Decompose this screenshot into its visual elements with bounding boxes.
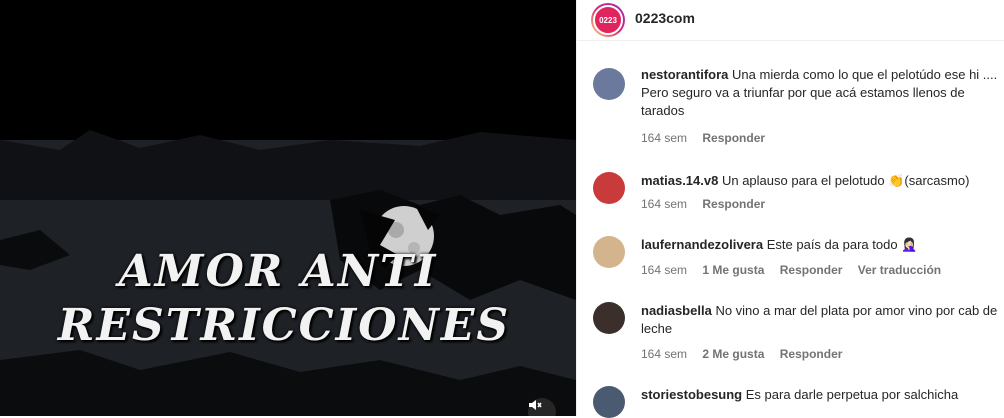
comments-panel: 0223 0223com nestorantifora Una mierda c… [576, 0, 1004, 418]
comment-time: 164 sem [641, 197, 688, 211]
comment-username[interactable]: nestorantifora [641, 67, 728, 82]
comment-time: 164 sem [641, 131, 688, 145]
comment-username[interactable]: nadiasbella [641, 303, 712, 318]
comment-time: 164 sem [641, 347, 688, 361]
avatar[interactable] [593, 236, 625, 268]
comment-username[interactable]: laufernandezolivera [641, 237, 763, 252]
overlay-title-line1: AMOR ANTI [118, 246, 438, 297]
comment-meta: 164 sem Responder [641, 197, 777, 211]
reply-button[interactable]: Responder [702, 197, 765, 211]
comment-username[interactable]: matias.14.v8 [641, 173, 718, 188]
reply-button[interactable]: Responder [780, 347, 843, 361]
avatar[interactable] [593, 172, 625, 204]
avatar[interactable] [593, 302, 625, 334]
account-name[interactable]: 0223com [635, 10, 695, 26]
avatar[interactable] [593, 386, 625, 418]
post-media[interactable]: AMOR ANTI RESTRICCIONES [0, 0, 576, 416]
comment-meta: 164 sem 2 Me gusta Responder [641, 347, 854, 361]
comment-username[interactable]: storiestobesung [641, 387, 742, 402]
reply-button[interactable]: Responder [702, 131, 765, 145]
comment-text: Este país da para todo 🤦🏻‍♀️ [766, 237, 918, 252]
forest-night-scene [0, 0, 576, 416]
overlay-title-line2: RESTRICCIONES [57, 300, 511, 351]
account-logo: 0223 [593, 5, 623, 35]
reply-button[interactable]: Responder [780, 263, 843, 277]
comment-text: Es para darle perpetua por salchicha [745, 387, 959, 402]
account-avatar-ring[interactable]: 0223 [591, 3, 625, 37]
comment-time: 164 sem [641, 263, 688, 277]
translate-button[interactable]: Ver traducción [858, 263, 941, 277]
comment-text: Un aplauso para el pelotudo 👏(sarcasmo) [721, 173, 970, 188]
avatar[interactable] [593, 68, 625, 100]
comment-meta: 164 sem 1 Me gusta Responder Ver traducc… [641, 263, 953, 277]
comment-meta: 164 sem Responder [641, 131, 777, 145]
post-header: 0223 0223com [577, 0, 1004, 41]
likes-count[interactable]: 2 Me gusta [702, 347, 764, 361]
likes-count[interactable]: 1 Me gusta [702, 263, 764, 277]
